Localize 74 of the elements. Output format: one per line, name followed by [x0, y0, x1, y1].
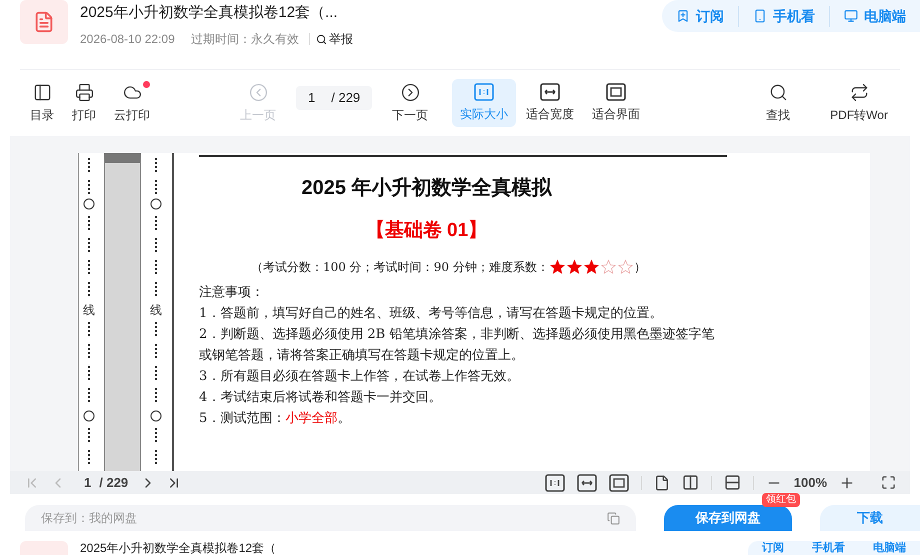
bookmark-icon	[676, 9, 690, 23]
star-icon	[548, 258, 566, 274]
actual-size-icon[interactable]	[544, 474, 565, 492]
promo-badge: 领红包	[762, 493, 800, 507]
circle-icon	[83, 410, 95, 422]
convert-icon	[850, 82, 869, 102]
zoom-in-icon[interactable]	[839, 474, 855, 490]
copy-icon[interactable]	[607, 512, 620, 524]
circle-icon	[83, 198, 95, 210]
actual-size-icon	[474, 83, 494, 101]
note-item: 1．答题前，填写好自己的姓名、班级、考号等信息，请写在答题卡规定的位置。	[199, 304, 664, 322]
fit-page-icon[interactable]	[608, 474, 629, 492]
phone-icon	[753, 9, 767, 23]
total-pages: / 229	[99, 474, 128, 492]
fit-width-icon[interactable]	[576, 474, 597, 492]
zoom-level: 100%	[794, 474, 827, 492]
toolbar-button[interactable]: 实际大小	[452, 79, 516, 127]
scroll-view-icon[interactable]	[724, 474, 741, 491]
toolbar-button[interactable]: PDF转Wor	[822, 79, 896, 127]
monitor-icon	[844, 9, 858, 23]
exam-title: 2025 年小升初数学全真模拟	[301, 176, 552, 201]
save-path-field[interactable]: 保存到：我的网盘	[25, 505, 636, 531]
toolbar-button[interactable]: 目录	[22, 79, 62, 127]
star-icon	[566, 258, 583, 274]
report-button[interactable]: 举报	[316, 30, 353, 48]
note-item: 4．考试结束后将试卷和答题卡一并交回。	[199, 388, 442, 406]
exam-info: （考试分数：100 分；考试时间：90 分钟；难度系数：	[251, 258, 549, 276]
header-action-button[interactable]: 电脑端	[873, 541, 920, 555]
document-title: 2025年小升初数学全真模拟卷12套（	[80, 541, 276, 555]
toolbar-button[interactable]: 适合宽度	[518, 79, 582, 127]
note-item: 5．测试范围：小学全部。	[199, 410, 352, 428]
header-action-button[interactable]: 手机看	[812, 541, 859, 555]
star-icon	[616, 258, 634, 274]
previous-icon	[248, 82, 268, 102]
printer-icon	[74, 82, 94, 102]
next-icon	[400, 82, 420, 102]
circle-icon	[150, 410, 162, 422]
single-page-icon[interactable]	[654, 474, 670, 490]
binding-text: 线	[83, 304, 95, 316]
star-icon	[600, 258, 617, 274]
upload-date: 2026-08-10 22:09	[80, 31, 175, 48]
toolbar-button[interactable]: 查找	[758, 79, 798, 127]
expiry-label: 过期时间：	[190, 31, 251, 48]
toolbar-button[interactable]: 云打印	[106, 79, 158, 127]
document-title: 2025年小升初数学全真模拟卷12套（...	[80, 3, 339, 23]
sidebar-icon	[32, 82, 52, 102]
expiry-value: 永久有效	[250, 31, 299, 48]
note-item: 2．判断题、选择题必须使用 2B 铅笔填涂答案，非判断、选择题必须使用黑色墨迹签字笔或钢笔答题，请将答案正确填写在答题卡规定的位置上。	[199, 326, 716, 364]
search-icon	[768, 82, 788, 102]
fit-page-icon	[606, 83, 626, 101]
circle-icon	[150, 198, 162, 210]
total-pages: / 229	[331, 89, 360, 108]
current-page: 1	[84, 474, 92, 492]
exam-info-end: ）	[634, 258, 646, 276]
toolbar-button[interactable]: 下一页	[384, 79, 436, 127]
binding-text: 线	[150, 304, 162, 316]
notes-heading: 注意事项：	[199, 284, 265, 302]
exam-subtitle: 【基础卷 01】	[366, 218, 488, 243]
two-page-icon[interactable]	[682, 474, 699, 491]
save-path-text: 保存到：我的网盘	[41, 510, 137, 527]
fit-width-icon	[540, 83, 560, 101]
header-action-button[interactable]: 订阅	[762, 541, 798, 555]
page-input[interactable]: 1 / 229	[296, 86, 372, 110]
current-page: 1	[308, 89, 316, 108]
save-button[interactable]: 保存到网盘	[664, 505, 792, 531]
download-button[interactable]: 下载	[820, 505, 920, 531]
note-item: 3．所有题目必须在答题卡上作答，在试卷上作答无效。	[199, 368, 520, 386]
header-action-button[interactable]: 电脑端	[844, 6, 920, 26]
header-action-button[interactable]: 订阅	[676, 6, 739, 26]
toolbar-button[interactable]: 适合界面	[584, 79, 648, 127]
star-icon	[582, 258, 600, 274]
toolbar-button[interactable]: 打印	[64, 79, 104, 127]
header-action-button[interactable]: 手机看	[753, 6, 830, 26]
fullscreen-icon[interactable]	[881, 475, 896, 490]
